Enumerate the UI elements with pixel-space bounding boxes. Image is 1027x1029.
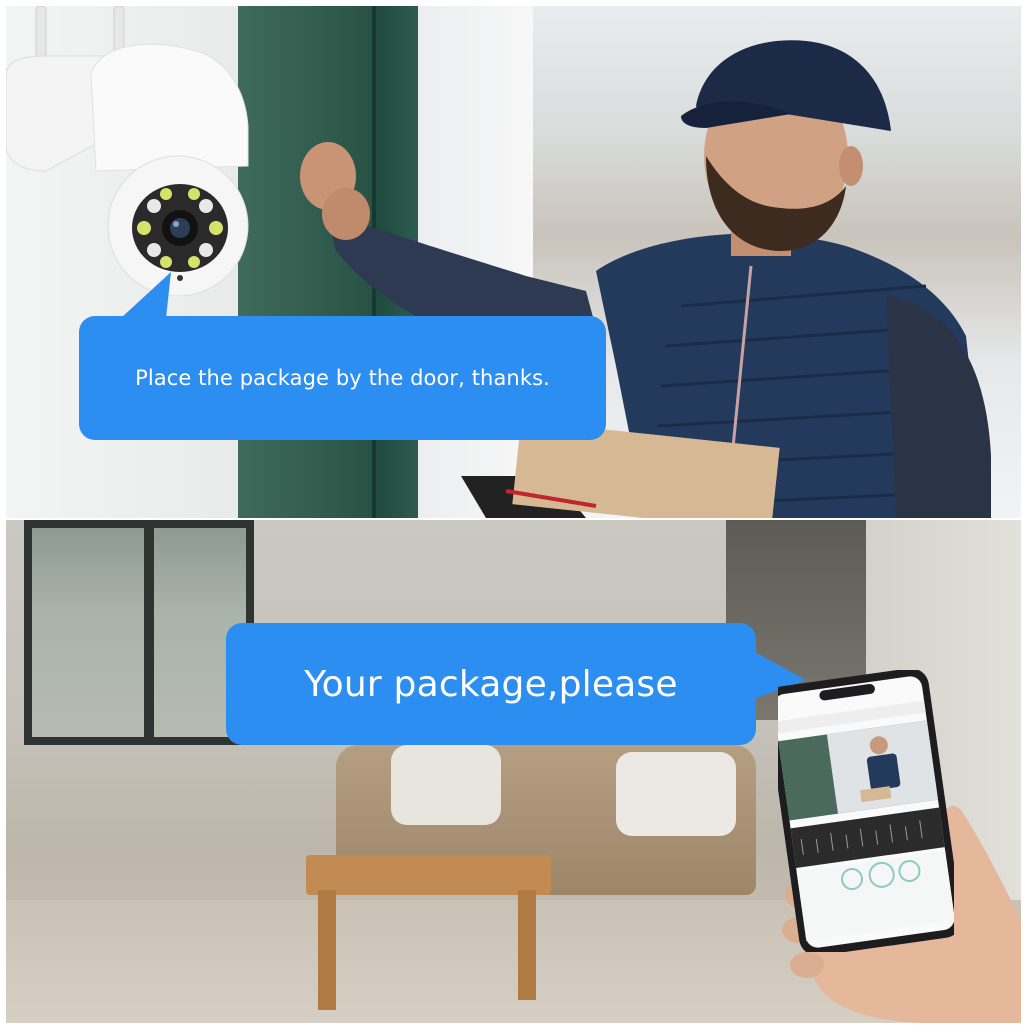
coffee-table [306, 855, 551, 895]
cushion [616, 752, 736, 836]
top-panel-delivery-scene: Place the package by the door, thanks. [6, 6, 1021, 518]
top-caption: Place the package by the door, thanks. [135, 366, 550, 390]
bottom-caption: Your package,please [304, 663, 678, 705]
camera-icon [839, 866, 865, 892]
cushion [391, 745, 501, 825]
speech-bubble-bottom: Your package,please [226, 623, 756, 745]
delivery-man [300, 40, 991, 518]
table-leg [518, 890, 536, 1000]
video-icon [897, 858, 922, 884]
microphone-icon [867, 860, 897, 890]
table-leg [318, 890, 336, 1010]
room-window [24, 520, 254, 745]
smartphone [778, 670, 954, 952]
bottom-panel-living-room: Your package,please [6, 520, 1021, 1023]
ad-image: Place the package by the door, thanks. Y… [0, 0, 1027, 1029]
speech-bubble-top: Place the package by the door, thanks. [79, 316, 606, 440]
security-camera [6, 6, 249, 296]
window-mullion [144, 520, 154, 745]
